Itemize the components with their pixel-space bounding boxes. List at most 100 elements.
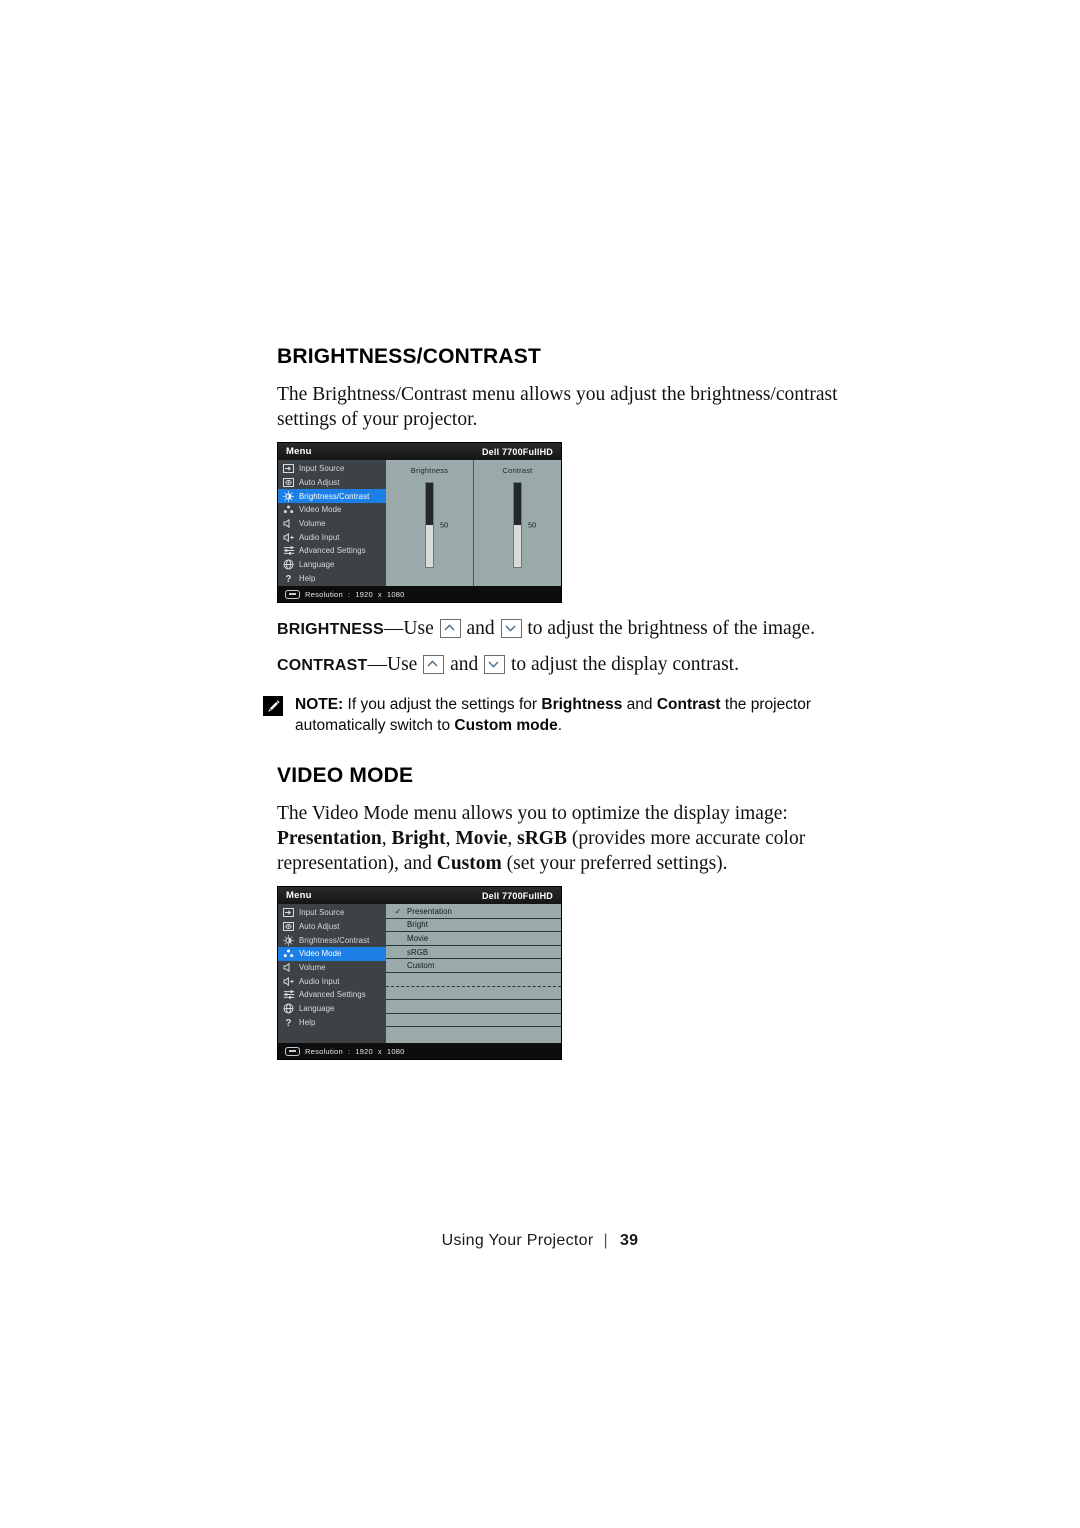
vm-bold-bright: Bright [391,828,446,849]
osd-panel-video-mode: ✓ Presentation Bright Movie sRGB Custom [386,904,561,1043]
sidebar-item-video-mode[interactable]: Video Mode [278,947,386,961]
sidebar-item-help[interactable]: ? Help [278,572,386,586]
brightness-contrast-icon [282,491,295,502]
video-mode-option-empty [386,1000,561,1014]
sidebar-item-label: Video Mode [299,505,342,515]
vm-plain-3: , [445,828,456,849]
osd-menu-video-mode[interactable]: Menu Dell 7700FullHD Input Source Auto A… [277,886,562,1060]
video-mode-option-list: ✓ Presentation Bright Movie sRGB Custom [386,904,561,1041]
help-question-icon: ? [282,1017,295,1028]
help-question-icon: ? [282,573,295,584]
sidebar-item-help[interactable]: ? Help [278,1016,386,1030]
up-arrow-key-icon[interactable] [439,619,461,638]
sidebar-item-brightness-contrast[interactable]: Brightness/Contrast [278,489,386,504]
sidebar-item-label: Volume [299,519,326,529]
sidebar-item-volume[interactable]: Volume [278,961,386,975]
video-mode-icon [282,504,295,515]
note-text-1: If you adjust the settings for [343,696,542,713]
sidebar-item-label: Advanced Settings [299,990,366,1000]
audio-input-icon [282,976,295,987]
sidebar-item-video-mode[interactable]: Video Mode [278,503,386,517]
contrast-slider-track[interactable]: 50 [513,482,536,568]
sidebar-item-input-source[interactable]: Input Source [278,906,386,920]
sidebar-item-label: Video Mode [299,949,342,959]
osd-menu-brightness-contrast[interactable]: Menu Dell 7700FullHD Input Source Auto A… [277,442,562,603]
video-mode-option-custom[interactable]: Custom [386,959,561,973]
input-source-icon [282,463,295,474]
video-mode-option-label: Presentation [407,906,452,916]
sidebar-item-language[interactable]: Language [278,1002,386,1016]
video-mode-option-label: Movie [407,933,429,943]
sidebar-item-brightness-contrast[interactable]: Brightness/Contrast [278,933,386,947]
vm-plain-4: , [507,828,518,849]
sidebar-item-label: Audio Input [299,532,340,542]
vm-bold-movie: Movie [455,828,508,849]
brightness-slider-value: 50 [440,520,449,530]
contrast-slider-value: 50 [528,520,537,530]
sidebar-item-advanced-settings[interactable]: Advanced Settings [278,988,386,1002]
sidebar-item-input-source[interactable]: Input Source [278,462,386,476]
volume-icon [282,962,295,973]
note-bold-custom-mode: Custom mode [454,717,558,734]
note-bold-brightness: Brightness [541,696,623,713]
sidebar-item-label: Language [299,1004,335,1014]
video-mode-option-srgb[interactable]: sRGB [386,946,561,960]
contrast-usage-c: to adjust the display contrast. [510,654,739,675]
sidebar-item-auto-adjust[interactable]: Auto Adjust [278,920,386,934]
resolution-label: Resolution [305,1046,343,1056]
sidebar-item-advanced-settings[interactable]: Advanced Settings [278,544,386,558]
advanced-settings-icon [282,545,295,556]
brightness-slider[interactable]: Brightness 50 [386,460,473,586]
video-mode-intro: The Video Mode menu allows you to optimi… [277,801,842,876]
pencil-note-icon [263,696,283,716]
vm-bold-presentation: Presentation [277,828,382,849]
resolution-width: 1920 [355,589,373,599]
note-text: NOTE: If you adjust the settings for Bri… [295,694,848,736]
down-arrow-key-icon[interactable] [484,655,506,674]
sidebar-item-language[interactable]: Language [278,558,386,572]
vm-bold-custom: Custom [436,853,502,874]
video-mode-option-label: sRGB [407,947,429,957]
sidebar-item-label: Auto Adjust [299,478,340,488]
osd-body: Input Source Auto Adjust Brightness/Cont… [278,460,561,586]
brightness-slider-track[interactable]: 50 [425,482,448,568]
footer-separator: | [603,1232,608,1249]
sidebar-item-label: Volume [299,963,326,973]
brightness-usage-b: and [466,618,495,639]
sidebar-item-auto-adjust[interactable]: Auto Adjust [278,476,386,490]
resolution-x: x [377,1046,382,1056]
sidebar-item-label: Help [299,1017,316,1027]
video-mode-option-empty [386,987,561,1001]
content-column: BRIGHTNESS/CONTRAST The Brightness/Contr… [263,345,842,1060]
resolution-height: 1080 [386,589,405,599]
note-bold-contrast: Contrast [656,696,721,713]
svg-text:?: ? [285,1018,291,1028]
sidebar-item-audio-input[interactable]: Audio Input [278,974,386,988]
osd-header: Menu Dell 7700FullHD [278,887,561,904]
osd-model-name: Dell 7700FullHD [481,890,553,901]
contrast-slider-label: Contrast [502,466,533,475]
page-number: 39 [619,1232,639,1249]
resolution-label: Resolution [305,589,343,599]
video-mode-option-bright[interactable]: Bright [386,919,561,933]
video-mode-option-label: Custom [407,961,435,971]
video-mode-option-movie[interactable]: Movie [386,932,561,946]
contrast-slider[interactable]: Contrast 50 [473,460,561,586]
up-arrow-key-icon[interactable] [423,655,445,674]
video-mode-option-presentation[interactable]: ✓ Presentation [386,905,561,919]
note-text-2: and [622,696,657,713]
auto-adjust-icon [282,477,295,488]
sidebar-item-label: Audio Input [299,976,340,986]
resolution-width: 1920 [355,1046,373,1056]
sidebar-item-audio-input[interactable]: Audio Input [278,530,386,544]
sidebar-item-label: Brightness/Contrast [299,935,370,945]
osd-title: Menu [286,446,312,457]
sidebar-item-volume[interactable]: Volume [278,517,386,531]
language-globe-icon [282,1003,295,1014]
down-arrow-key-icon[interactable] [500,619,522,638]
note-block: NOTE: If you adjust the settings for Bri… [263,694,848,736]
contrast-usage-line: CONTRAST—Use and to adjust the display c… [277,652,842,678]
contrast-term: CONTRAST [277,657,368,674]
footer-chapter-label: Using Your Projector [441,1232,594,1249]
input-source-icon [282,907,295,918]
